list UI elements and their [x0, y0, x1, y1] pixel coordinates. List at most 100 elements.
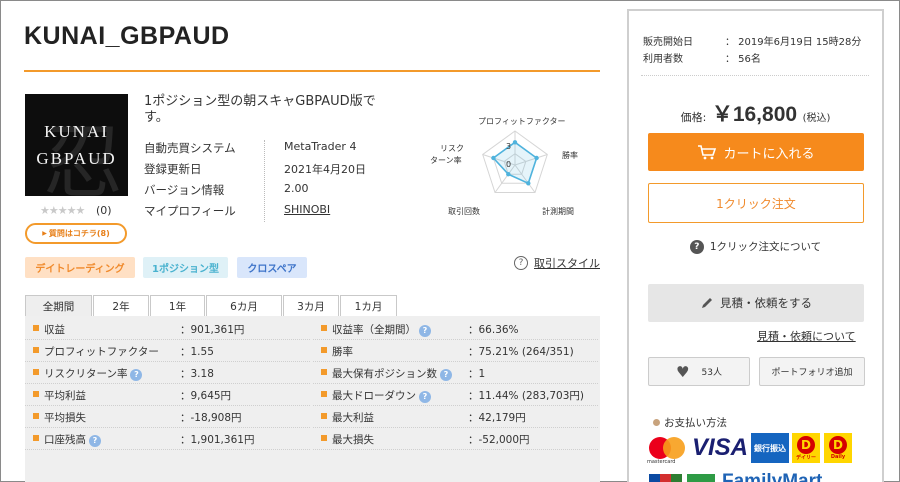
tag-cross-pair[interactable]: クロスペア: [237, 257, 307, 278]
tab-6m[interactable]: 6カ月: [206, 295, 282, 317]
help-icon[interactable]: ?: [419, 325, 431, 337]
radar-point: [526, 181, 531, 186]
radar-scale-max: 3: [506, 142, 512, 151]
stat-row: 平均損失 ：-18,908円: [25, 406, 310, 428]
tab-1y[interactable]: 1年: [150, 295, 205, 317]
rating-stars: ★★★★★: [40, 204, 85, 217]
quote-request-button[interactable]: 見積・依頼をする: [648, 284, 864, 322]
bullet-square: [321, 325, 327, 331]
stat-label-text: プロフィットファクター: [44, 346, 159, 358]
tab-all[interactable]: 全期間: [25, 295, 92, 317]
bullet-square: [321, 435, 327, 441]
stat-label-text: 収益: [44, 324, 65, 336]
pencil-icon: [702, 298, 712, 308]
stat-row: プロフィットファクター ：1.55: [25, 340, 310, 362]
product-title: KUNAI_GBPAUD: [24, 22, 230, 50]
tab-2y[interactable]: 2年: [93, 295, 149, 317]
logo-kanji: 忍: [43, 116, 123, 196]
spec-row: マイプロフィール SHINOBI: [144, 203, 404, 223]
about-one-click-link[interactable]: ? 1クリック注文について: [629, 239, 882, 254]
about-one-click-label: 1クリック注文について: [709, 241, 822, 253]
favorite-button[interactable]: ♥ 53人: [648, 357, 750, 386]
tab-1m[interactable]: 1カ月: [340, 295, 397, 317]
heart-icon: ♥: [676, 362, 690, 381]
stat-label: 平均利益: [44, 388, 86, 403]
stat-label: 勝率: [332, 344, 353, 359]
profile-link[interactable]: SHINOBI: [284, 203, 330, 216]
radar-point: [512, 140, 518, 145]
spec-label: 自動売買システム: [144, 141, 236, 155]
price-value: ￥16,800: [711, 103, 798, 126]
spec-row: 自動売買システム MetaTrader 4: [144, 140, 404, 160]
stat-value: ：11.44% (283,703円): [468, 390, 584, 402]
radar-label-risk-2: ターン率: [430, 156, 462, 165]
mastercard-logo: mastercard: [647, 433, 689, 465]
add-to-cart-label: カートに入れる: [723, 146, 815, 162]
daily-mark-2: D: [829, 436, 847, 454]
help-icon[interactable]: ?: [419, 391, 431, 403]
stat-row: 収益率（全期間）? ：66.36%: [313, 318, 598, 340]
review-count[interactable]: (0): [96, 204, 112, 217]
help-icon[interactable]: ?: [440, 369, 452, 381]
about-quote-link[interactable]: 見積・依頼について: [757, 328, 856, 344]
help-icon[interactable]: ?: [130, 369, 143, 381]
bullet-square: [33, 325, 39, 331]
tag-one-position[interactable]: 1ポジション型: [143, 257, 228, 278]
help-icon[interactable]: ?: [89, 435, 101, 447]
stat-row: 収益 ：901,361円: [25, 318, 310, 340]
stats-table: 収益 ：901,361円 プロフィットファクター ：1.55 リスクリターン率? ：3.1…: [25, 316, 600, 482]
stat-label-text: 平均損失: [44, 412, 86, 424]
stat-label-text: リスクリターン率: [44, 368, 128, 380]
radar-point: [491, 155, 496, 161]
radar-label-profit-factor: プロフィットファクター: [478, 117, 566, 126]
stat-label-text: 最大保有ポジション数: [332, 368, 437, 380]
radar-label-winrate: 勝率: [562, 151, 578, 160]
daily-text: デイリー: [795, 455, 816, 461]
stat-row: 最大利益 ：42,179円: [313, 406, 598, 428]
stat-label: 最大ドローダウン?: [332, 388, 431, 403]
radar-chart: プロフィットファクター 勝率 計測期間 取引回数 リスク ターン率 3 0: [420, 110, 610, 220]
trading-style-label: 取引スタイル: [534, 257, 600, 270]
stat-value: ：75.21% (264/351): [468, 346, 574, 358]
spec-row: バージョン情報 2.00: [144, 182, 404, 202]
one-click-order-button[interactable]: 1クリック注文: [648, 183, 864, 223]
quote-request-label: 見積・依頼をする: [720, 296, 812, 310]
product-logo: 忍 KUNAI GBPAUD: [25, 94, 128, 196]
visa-logo: VISA: [692, 434, 749, 461]
daily-logo: D Daily: [824, 433, 852, 463]
tab-3m[interactable]: 3カ月: [283, 295, 339, 317]
radar-label-trades: 取引回数: [448, 207, 480, 216]
bullet-icon: [653, 419, 660, 426]
stat-label: 最大損失: [332, 432, 374, 447]
logo-line1: KUNAI: [44, 122, 109, 141]
price-row: 価格: ￥16,800 (税込): [629, 98, 882, 128]
payment-heading: お支払い方法: [653, 415, 727, 430]
jcb-logo: [649, 474, 682, 482]
spec-label: 登録更新日: [144, 162, 202, 176]
bank-transfer-logo: 銀行振込: [751, 433, 789, 463]
stat-row: 最大損失 ：-52,000円: [313, 428, 598, 450]
spec-label: バージョン情報: [144, 183, 225, 197]
spec-row: 登録更新日 2021年4月20日: [144, 161, 404, 181]
stat-row: 口座残高? ：1,901,361円: [25, 428, 310, 450]
spec-value: MetaTrader 4: [284, 140, 357, 153]
radar-label-period: 計測期間: [542, 207, 574, 216]
radar-point: [534, 155, 539, 161]
stat-label-text: 収益率（全期間）: [332, 324, 416, 336]
product-description: 1ポジション型の朝スキャGBPAUD版です。: [144, 94, 376, 125]
tag-day-trading[interactable]: デイトレーディング: [25, 257, 135, 278]
trading-style-link[interactable]: ? 取引スタイル: [514, 255, 600, 271]
mastercard-text: mastercard: [647, 459, 676, 465]
bullet-square: [33, 347, 39, 353]
users-row: 利用者数 ： 56名: [643, 50, 761, 65]
stat-value: ：42,179円: [468, 412, 526, 424]
question-button-label: 質問はコチラ(8): [48, 229, 110, 238]
stat-label-text: 平均利益: [44, 390, 86, 402]
add-to-cart-button[interactable]: カートに入れる: [648, 133, 864, 171]
add-portfolio-button[interactable]: ポートフォリオ追加: [759, 357, 865, 386]
question-button[interactable]: ▶ 質問はコチラ(8): [25, 223, 127, 244]
price-label: 価格:: [680, 111, 707, 124]
stat-label-text: 最大利益: [332, 412, 374, 424]
stat-label: プロフィットファクター: [44, 344, 159, 359]
stat-label: リスクリターン率?: [44, 366, 143, 381]
